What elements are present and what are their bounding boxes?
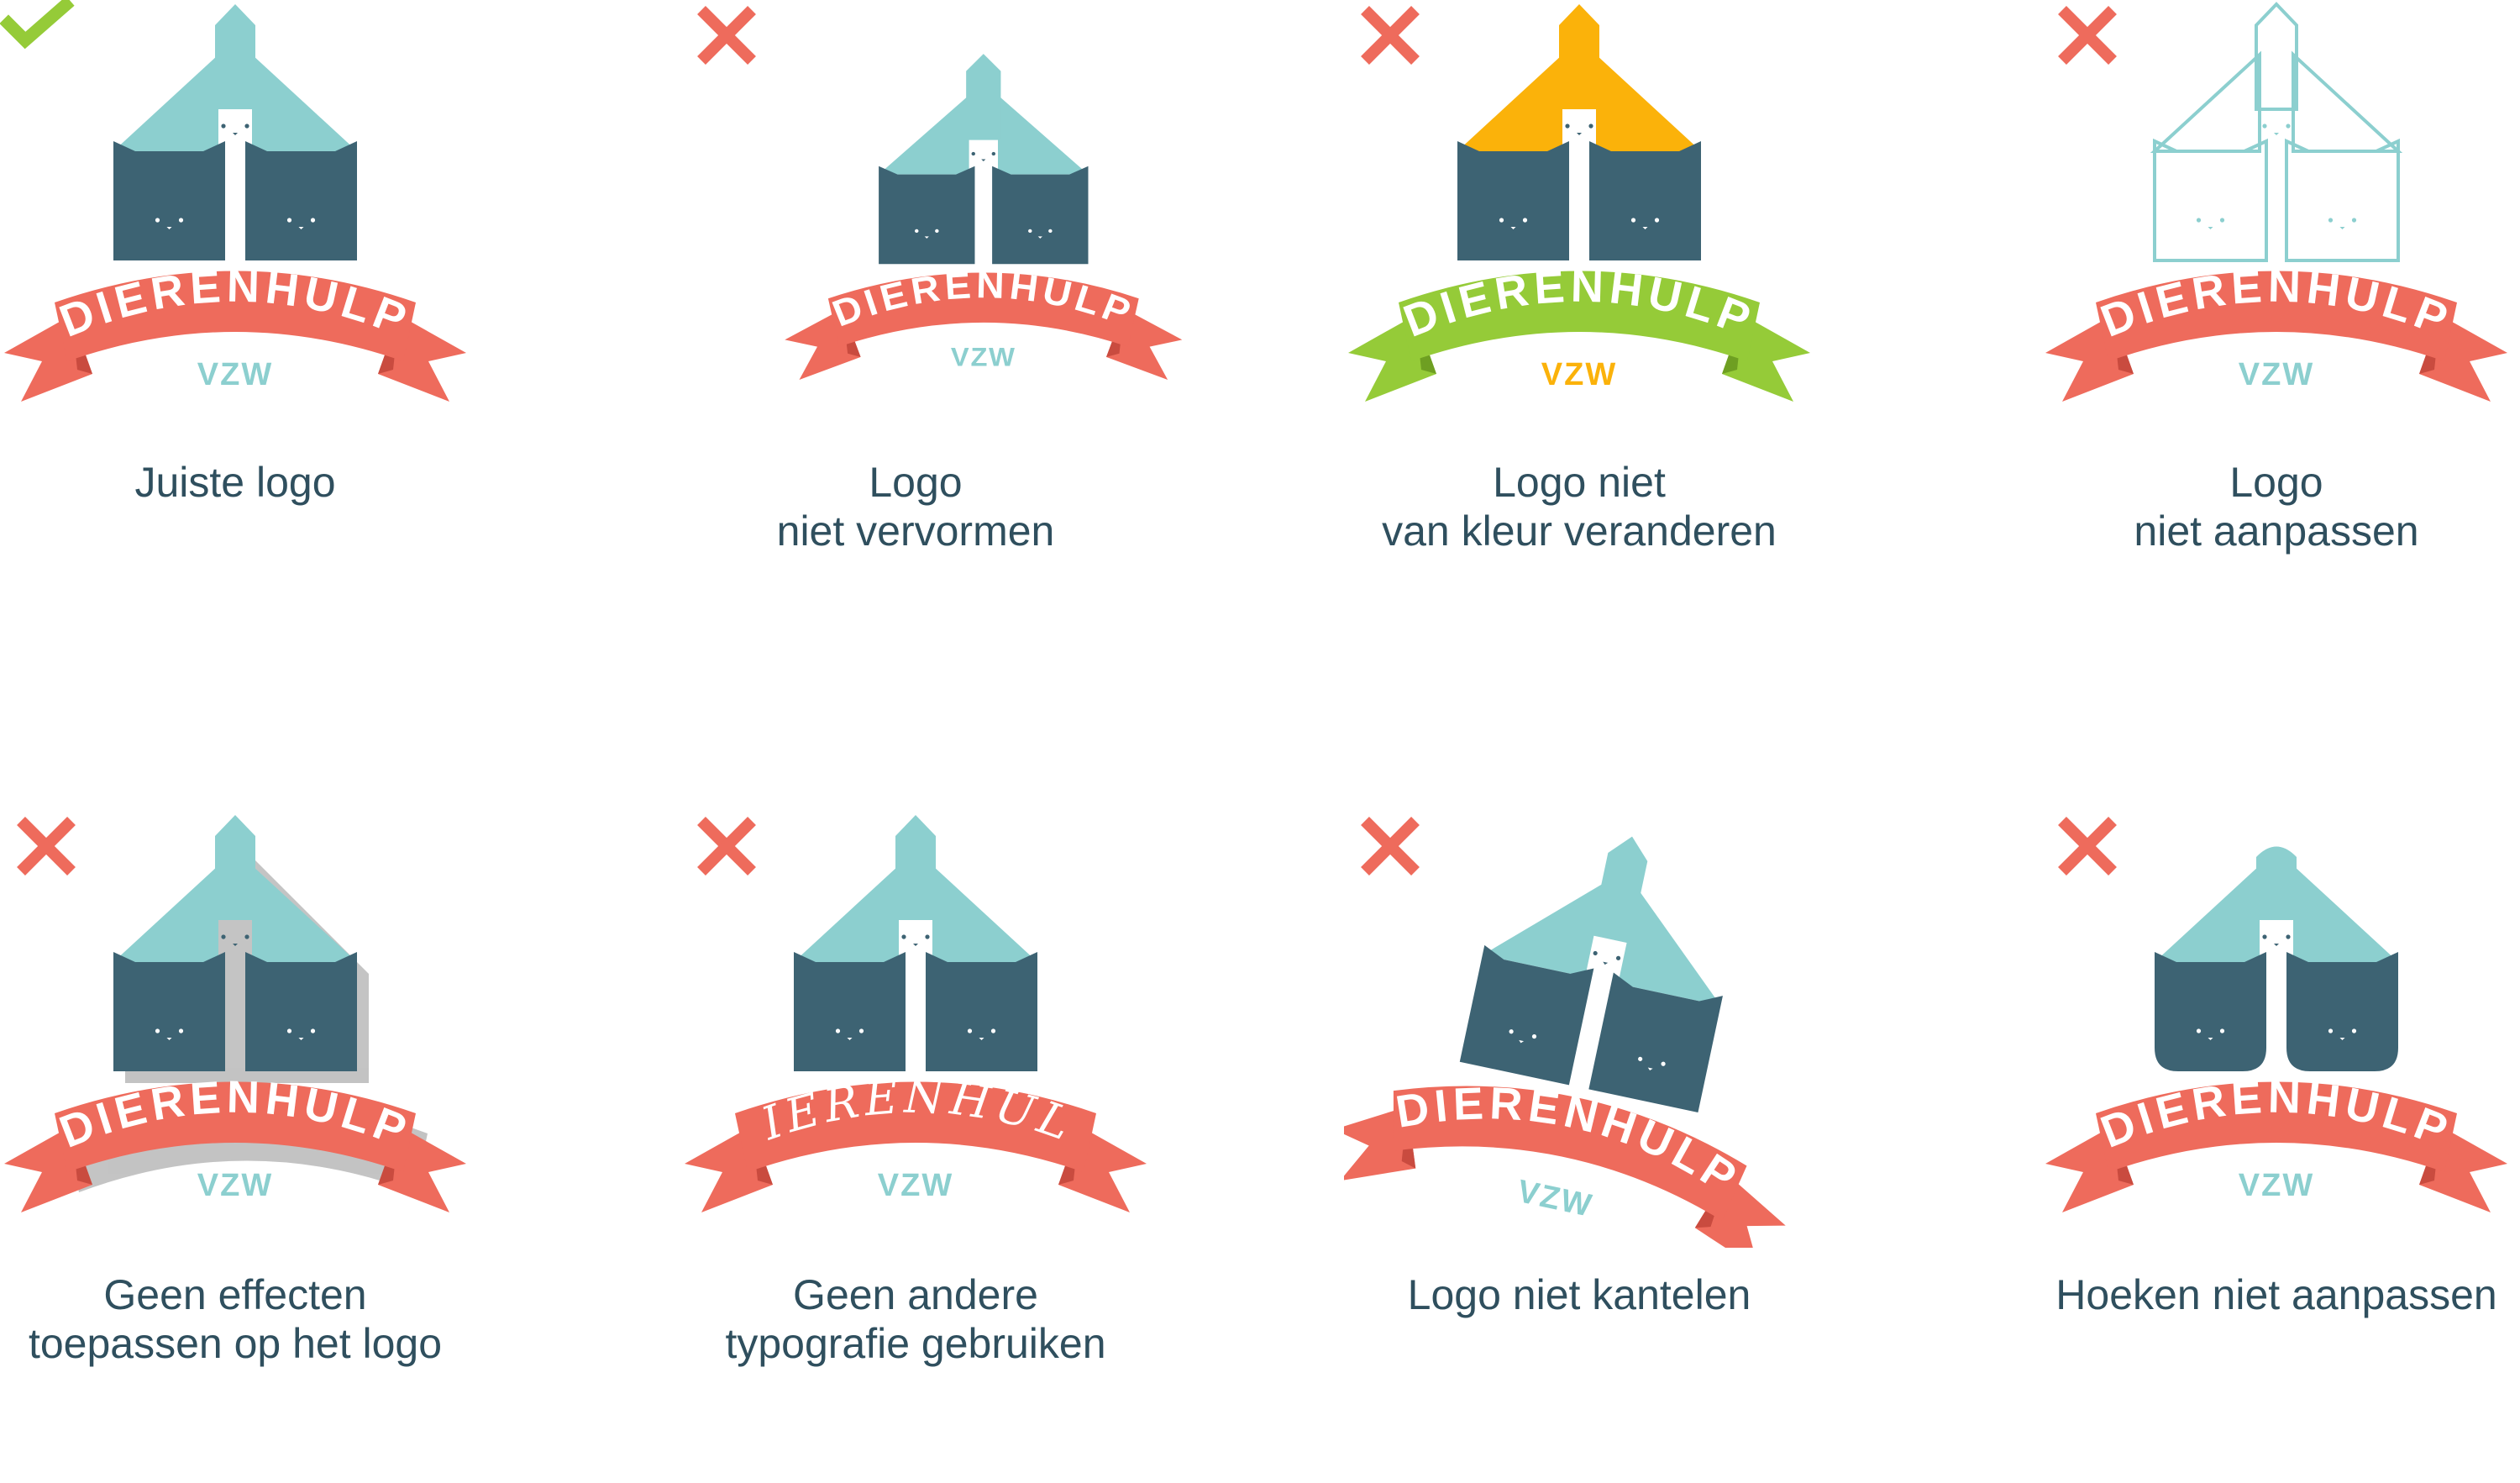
caption-distorted: Logo niet vervormen: [680, 458, 1151, 555]
logo-subtitle: VZW: [197, 1168, 273, 1203]
logo-subtitle: VZW: [197, 357, 273, 392]
caption-line: Geen andere: [793, 1271, 1038, 1318]
example-card-shadow: DIERENHULP VZW Geen effecten toepassen op…: [0, 811, 630, 1483]
caption-line: Geen effecten: [103, 1271, 367, 1318]
logo-subtitle: VZW: [2239, 357, 2314, 392]
logo-subtitle: VZW: [2239, 1168, 2314, 1203]
caption-line: Juiste logo: [134, 459, 336, 506]
example-card-recolor: DIERENHULP VZW Logo niet van kleur verand…: [1344, 0, 1974, 672]
example-card-outline: DIERENHULP VZW Logo niet aanpassen: [2041, 0, 2520, 672]
example-card-tilt: DIERENHULP VZW Logo niet kantelen: [1344, 811, 1974, 1483]
logo-correct: DIERENHULPVZW: [4, 4, 466, 402]
caption-line: Hoeken niet aanpassen: [2055, 1271, 2497, 1318]
caption-rounded: Hoeken niet aanpassen: [2041, 1270, 2512, 1319]
caption-line: Logo: [2229, 459, 2323, 506]
logo-subtitle: VZW: [951, 342, 1016, 371]
caption-tilt: Logo niet kantelen: [1344, 1270, 1814, 1319]
logo-subtitle: VZW: [878, 1168, 953, 1203]
example-card-distorted: DIERENHULP VZW Logo niet vervormen: [680, 0, 1310, 672]
caption-line: van kleur veranderen: [1382, 507, 1777, 555]
caption-correct-logo: Juiste logo: [0, 458, 470, 507]
logo-subtitle: VZW: [1515, 1174, 1596, 1224]
caption-shadow: Geen effecten toepassen op het logo: [0, 1270, 470, 1368]
logo-other-font: DIERENHULPVZW: [680, 811, 1147, 1212]
logo-distorted: DIERENHULPVZW: [785, 54, 1183, 380]
logo-tilted: DIERENHULPVZW: [1344, 836, 1786, 1248]
logo-subtitle: VZW: [1541, 357, 1617, 392]
caption-font: Geen andere typografie gebruiken: [680, 1270, 1151, 1368]
caption-outline: Logo niet aanpassen: [2041, 458, 2512, 555]
caption-line: Logo niet: [1493, 459, 1666, 506]
logo-outline: DIERENHULPVZW: [2045, 2, 2507, 402]
caption-line: niet vervormen: [776, 507, 1055, 555]
logo-recolored: DIERENHULPVZW: [1348, 4, 1810, 402]
logo-rounded-corners: DIERENHULPVZW: [2045, 846, 2507, 1212]
caption-line: toepassen op het logo: [28, 1320, 443, 1367]
caption-line: niet aanpassen: [2134, 507, 2419, 555]
example-card-font: DIERENHULPVZW Geen andere typografie geb…: [680, 811, 1310, 1483]
example-card-correct-logo: DIERENHULP VZW Juiste logo: [0, 0, 630, 672]
caption-line: Logo niet kantelen: [1407, 1271, 1751, 1318]
caption-line: Logo: [869, 459, 963, 506]
example-card-rounded: DIERENHULP VZW Hoeken niet aanpassen: [2041, 811, 2520, 1483]
caption-line: typografie gebruiken: [725, 1320, 1106, 1367]
logo-shadow: DIERENHULPVZW: [4, 815, 466, 1212]
caption-recolor: Logo niet van kleur veranderen: [1344, 458, 1814, 555]
